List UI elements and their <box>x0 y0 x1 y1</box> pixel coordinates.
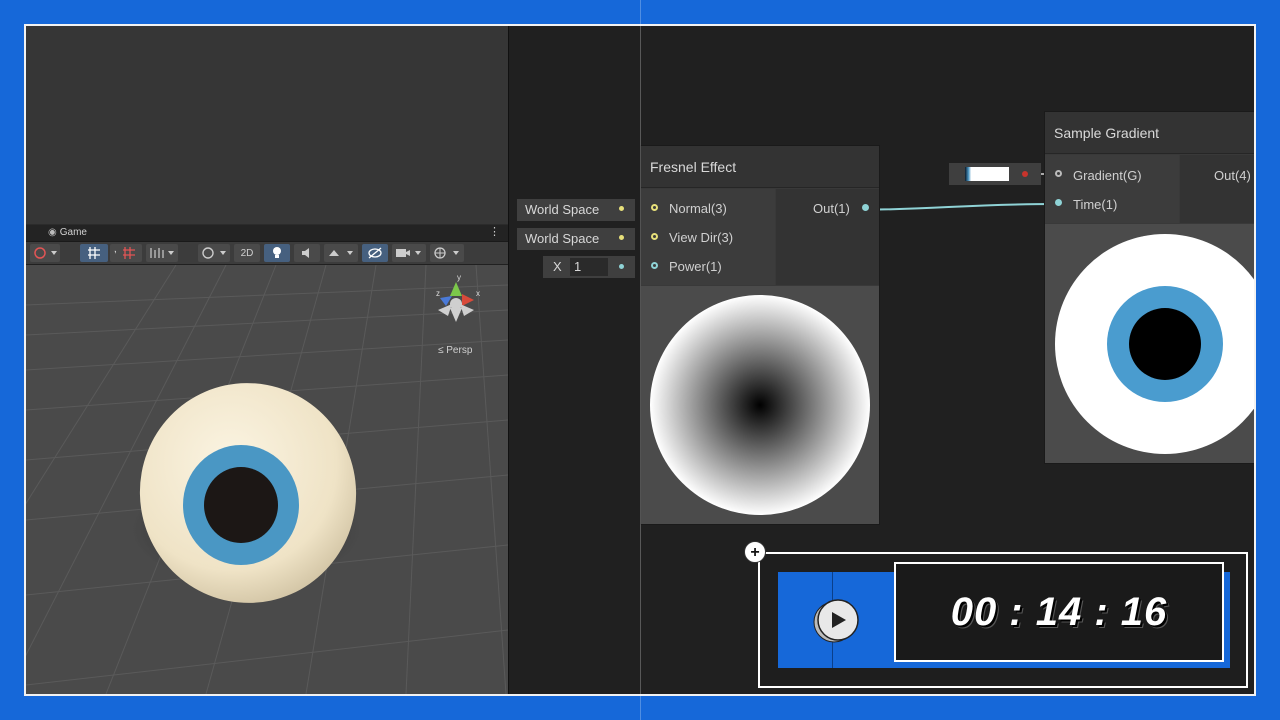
gradient-in-port-icon[interactable] <box>1055 170 1062 177</box>
sample-gradient-title: Sample Gradient <box>1045 112 1254 154</box>
lighting-toggle[interactable] <box>264 244 290 262</box>
power-out-port-icon <box>619 264 624 269</box>
persp-label[interactable]: ≤ Persp <box>438 345 472 356</box>
gizmos-button[interactable] <box>430 244 464 262</box>
fresnel-input-power: Power(1) <box>669 259 722 274</box>
sphere-shading-icon <box>202 247 226 259</box>
eye-slash-icon <box>368 247 382 259</box>
fresnel-input-normal: Normal(3) <box>669 201 727 216</box>
effects-icon <box>329 250 353 256</box>
camera-icon <box>396 249 421 257</box>
sample-gradient-input-time: Time(1) <box>1073 197 1118 212</box>
gizmo-y-label: y <box>457 274 461 282</box>
scene-toolbar: ▾ 2D <box>26 242 508 265</box>
normal-space-value: World Space <box>525 202 600 217</box>
lightbulb-icon <box>273 247 281 258</box>
sample-gradient-output: Out(4) <box>1214 168 1251 183</box>
normal-space-field[interactable]: World Space <box>517 199 635 221</box>
empty-panel-area <box>26 26 508 224</box>
normal-out-port-icon <box>619 206 624 211</box>
snap-button[interactable] <box>116 244 142 262</box>
ruler-icon <box>150 248 174 258</box>
sample-gradient-node[interactable]: Sample Gradient Gradient(G) Time(1) Out(… <box>1045 112 1254 463</box>
fresnel-output-out: Out(1) <box>813 201 850 216</box>
gamepad-icon: ◉ <box>48 227 57 238</box>
viewdir-in-port-icon[interactable] <box>651 233 658 240</box>
viewdir-out-port-icon <box>619 235 624 240</box>
audio-toggle[interactable] <box>294 244 320 262</box>
hidden-objects-toggle[interactable] <box>362 244 388 262</box>
eyeball-pupil <box>204 467 278 543</box>
audio-icon <box>302 248 309 258</box>
shading-mode-button[interactable] <box>198 244 230 262</box>
draw-mode-button[interactable] <box>30 244 60 262</box>
tab-menu-icon[interactable]: ⋮ <box>489 225 500 238</box>
gradient-swatch[interactable] <box>965 167 1009 181</box>
effects-toggle[interactable] <box>324 244 358 262</box>
snap-grid-icon <box>123 247 135 259</box>
play-button[interactable] <box>812 596 862 646</box>
grid-icon <box>88 247 100 259</box>
gizmo-z-label: z <box>436 289 440 298</box>
orientation-gizmo[interactable]: y x z <box>430 274 482 334</box>
power-x-label: X <box>553 259 562 274</box>
sample-gradient-preview-image <box>1045 224 1254 463</box>
grid-toggle-button[interactable] <box>80 244 108 262</box>
camera-button[interactable] <box>392 244 426 262</box>
gizmo-x-axis-icon <box>462 294 474 306</box>
gizmo-x-label: x <box>476 289 480 298</box>
fresnel-node-title: Fresnel Effect <box>641 146 879 188</box>
sample-gradient-output-area <box>1180 155 1254 223</box>
sample-gradient-input-gradient: Gradient(G) <box>1073 168 1142 183</box>
tab-game[interactable]: ◉ Game <box>48 227 87 238</box>
timer-text: 00 : 14 : 16 <box>950 590 1168 634</box>
increment-snap-button[interactable] <box>146 244 178 262</box>
center-guide-line <box>640 0 641 720</box>
sample-gradient-input-area <box>1045 155 1179 223</box>
normal-in-port-icon[interactable] <box>651 204 658 211</box>
fresnel-preview-image <box>641 286 879 524</box>
gradient-field[interactable] <box>949 163 1041 185</box>
add-button[interactable]: + <box>744 541 766 563</box>
power-value-input[interactable]: 1 <box>570 258 608 276</box>
viewdir-space-field[interactable]: World Space <box>517 228 635 250</box>
time-in-port-icon[interactable] <box>1055 199 1062 206</box>
gradient-port-icon <box>1022 171 1028 177</box>
sample-gradient-preview <box>1045 224 1254 463</box>
viewdir-space-value: World Space <box>525 231 600 246</box>
scene-tab-bar: ◉ Game ⋮ <box>26 225 508 242</box>
gizmo-y-axis-icon <box>450 282 462 296</box>
fresnel-preview <box>641 286 879 524</box>
gizmo-globe-icon <box>434 247 459 259</box>
scene-view-panel: ◉ Game ⋮ ▾ 2D <box>26 26 508 694</box>
fresnel-effect-node[interactable]: Fresnel Effect Normal(3) View Dir(3) Pow… <box>641 146 879 524</box>
mode-2d-button[interactable]: 2D <box>234 244 260 262</box>
fresnel-input-viewdir: View Dir(3) <box>669 230 734 245</box>
fresnel-out-port-icon[interactable] <box>862 204 869 211</box>
tab-game-label: Game <box>59 227 87 238</box>
power-in-port-icon[interactable] <box>651 262 658 269</box>
globe-icon <box>34 247 57 259</box>
